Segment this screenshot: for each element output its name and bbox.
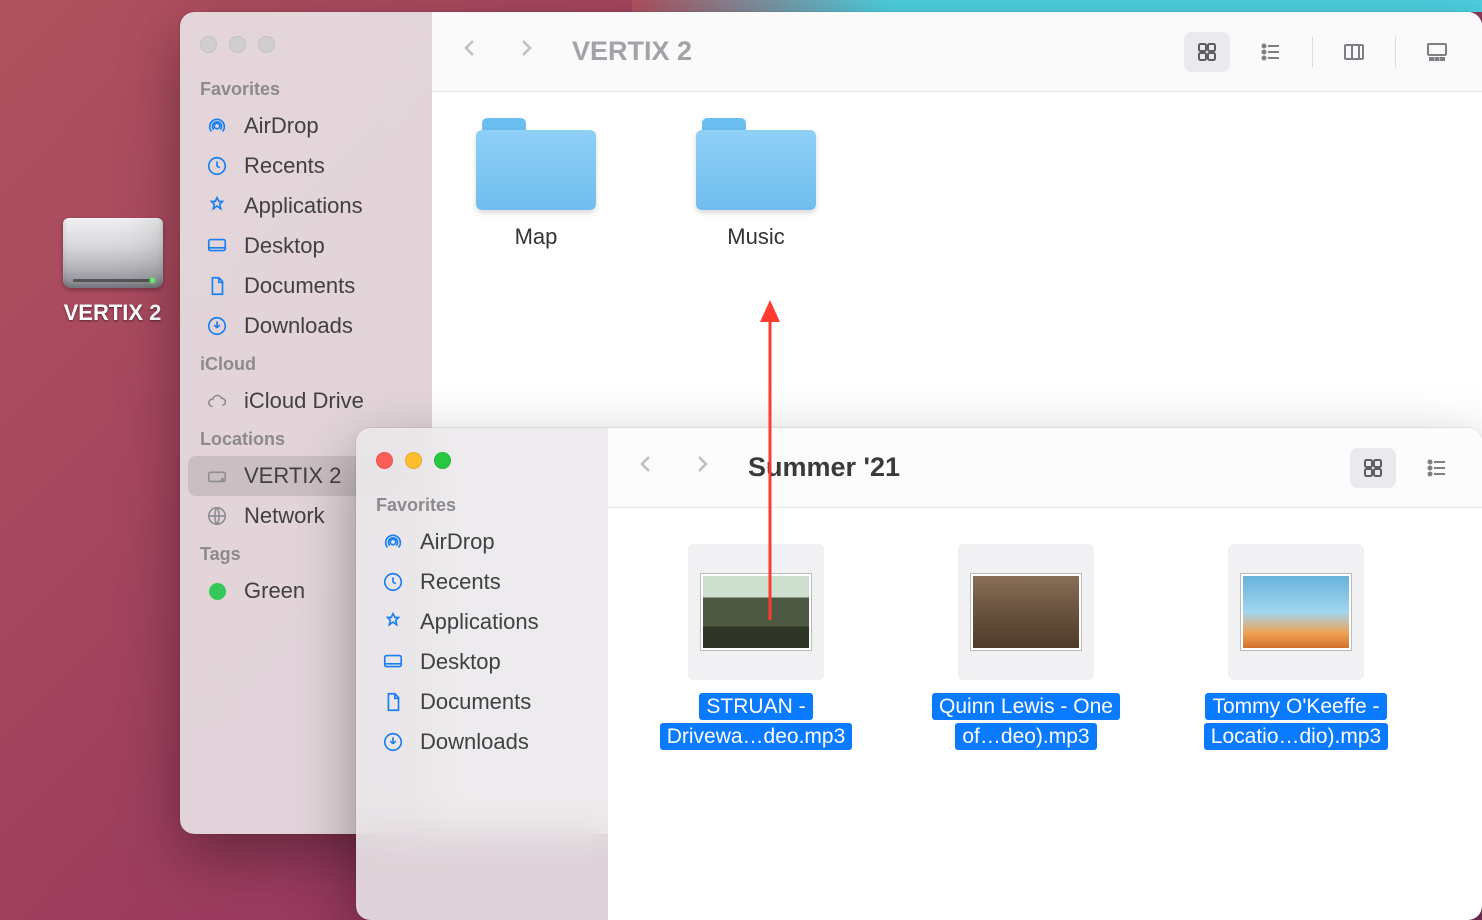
file-thumbnail	[1228, 544, 1364, 680]
view-icons-button[interactable]	[1350, 448, 1396, 488]
file-label-selected: Quinn Lewis - One of…deo).mp3	[926, 692, 1126, 753]
sidebar-item-applications[interactable]: Applications	[364, 602, 600, 642]
view-list-button[interactable]	[1248, 32, 1294, 72]
sidebar-label: Desktop	[244, 233, 325, 259]
sidebar-item-recents[interactable]: Recents	[364, 562, 600, 602]
sidebar-label: iCloud Drive	[244, 388, 364, 414]
minimize-button[interactable]	[229, 36, 246, 53]
sidebar-item-downloads[interactable]: Downloads	[364, 722, 600, 762]
folder-icon	[696, 118, 816, 210]
folder-label: Music	[727, 224, 784, 250]
cloud-icon	[204, 388, 230, 414]
airdrop-icon	[204, 113, 230, 139]
sidebar-label: Documents	[244, 273, 355, 299]
sidebar-label: Downloads	[420, 729, 529, 755]
folder-map[interactable]: Map	[466, 118, 606, 250]
sidebar-section-favorites: Favorites	[356, 487, 608, 522]
folder-label: Map	[515, 224, 558, 250]
sidebar-item-applications[interactable]: Applications	[188, 186, 424, 226]
finder-window-summer21[interactable]: Favorites AirDrop Recents Applications D…	[356, 428, 1482, 920]
window-title: Summer '21	[748, 452, 900, 483]
view-switcher	[1184, 32, 1460, 72]
external-disk-icon	[204, 463, 230, 489]
sidebar-label: Documents	[420, 689, 531, 715]
traffic-lights	[180, 32, 432, 71]
sidebar-item-desktop[interactable]: Desktop	[364, 642, 600, 682]
file-tommy-okeeffe[interactable]: Tommy O'Keeffe - Locatio…dio).mp3	[1196, 544, 1396, 753]
sidebar-item-desktop[interactable]: Desktop	[188, 226, 424, 266]
sidebar-item-airdrop[interactable]: AirDrop	[364, 522, 600, 562]
view-columns-button[interactable]	[1331, 32, 1377, 72]
sidebar-label: AirDrop	[244, 113, 319, 139]
toolbar: Summer '21	[608, 428, 1482, 508]
window-title: VERTIX 2	[572, 36, 692, 67]
sidebar-item-recents[interactable]: Recents	[188, 146, 424, 186]
downloads-icon	[380, 729, 406, 755]
sidebar-label: Recents	[244, 153, 325, 179]
sidebar-item-documents[interactable]: Documents	[364, 682, 600, 722]
sidebar-label: Recents	[420, 569, 501, 595]
minimize-button[interactable]	[405, 452, 422, 469]
view-switcher	[1350, 448, 1460, 488]
sidebar-label: AirDrop	[420, 529, 495, 555]
nav-back-button[interactable]	[630, 446, 662, 489]
maximize-button[interactable]	[258, 36, 275, 53]
file-struan-driveway[interactable]: STRUAN - Drivewa…deo.mp3	[656, 544, 856, 753]
desktop-icon	[204, 233, 230, 259]
external-drive-icon	[63, 218, 163, 288]
close-button[interactable]	[200, 36, 217, 53]
folder-music[interactable]: Music	[686, 118, 826, 250]
sidebar-label: Downloads	[244, 313, 353, 339]
sidebar-label: Green	[244, 578, 305, 604]
clock-icon	[380, 569, 406, 595]
file-thumbnail	[688, 544, 824, 680]
nav-forward-button[interactable]	[510, 30, 542, 73]
traffic-lights	[356, 448, 608, 487]
separator	[1312, 37, 1313, 67]
close-button[interactable]	[376, 452, 393, 469]
view-icons-button[interactable]	[1184, 32, 1230, 72]
tag-green-icon	[204, 578, 230, 604]
folder-icon	[476, 118, 596, 210]
applications-icon	[204, 193, 230, 219]
drive-label: VERTIX 2	[60, 300, 165, 326]
documents-icon	[380, 689, 406, 715]
airdrop-icon	[380, 529, 406, 555]
downloads-icon	[204, 313, 230, 339]
sidebar-label: Desktop	[420, 649, 501, 675]
sidebar: Favorites AirDrop Recents Applications D…	[356, 428, 608, 920]
file-quinn-lewis[interactable]: Quinn Lewis - One of…deo).mp3	[926, 544, 1126, 753]
view-list-button[interactable]	[1414, 448, 1460, 488]
maximize-button[interactable]	[434, 452, 451, 469]
sidebar-item-downloads[interactable]: Downloads	[188, 306, 424, 346]
content-area: Summer '21 STRUAN - Drivewa…deo.mp3 Quin…	[608, 428, 1482, 920]
desktop-drive-vertix2[interactable]: VERTIX 2	[60, 218, 165, 326]
globe-icon	[204, 503, 230, 529]
documents-icon	[204, 273, 230, 299]
nav-forward-button[interactable]	[686, 446, 718, 489]
menubar-hint	[632, 0, 1482, 12]
sidebar-section-favorites: Favorites	[180, 71, 432, 106]
desktop-icon	[380, 649, 406, 675]
sidebar-label: VERTIX 2	[244, 463, 341, 489]
sidebar-label: Applications	[420, 609, 539, 635]
separator	[1395, 37, 1396, 67]
sidebar-item-icloud-drive[interactable]: iCloud Drive	[188, 381, 424, 421]
sidebar-section-icloud: iCloud	[180, 346, 432, 381]
applications-icon	[380, 609, 406, 635]
file-label-selected: STRUAN - Drivewa…deo.mp3	[656, 692, 856, 753]
toolbar: VERTIX 2	[432, 12, 1482, 92]
sidebar-label: Network	[244, 503, 325, 529]
sidebar-item-documents[interactable]: Documents	[188, 266, 424, 306]
view-gallery-button[interactable]	[1414, 32, 1460, 72]
file-thumbnail	[958, 544, 1094, 680]
sidebar-label: Applications	[244, 193, 363, 219]
file-label-selected: Tommy O'Keeffe - Locatio…dio).mp3	[1196, 692, 1396, 753]
sidebar-item-airdrop[interactable]: AirDrop	[188, 106, 424, 146]
nav-back-button[interactable]	[454, 30, 486, 73]
files-pane[interactable]: STRUAN - Drivewa…deo.mp3 Quinn Lewis - O…	[608, 508, 1482, 920]
clock-icon	[204, 153, 230, 179]
